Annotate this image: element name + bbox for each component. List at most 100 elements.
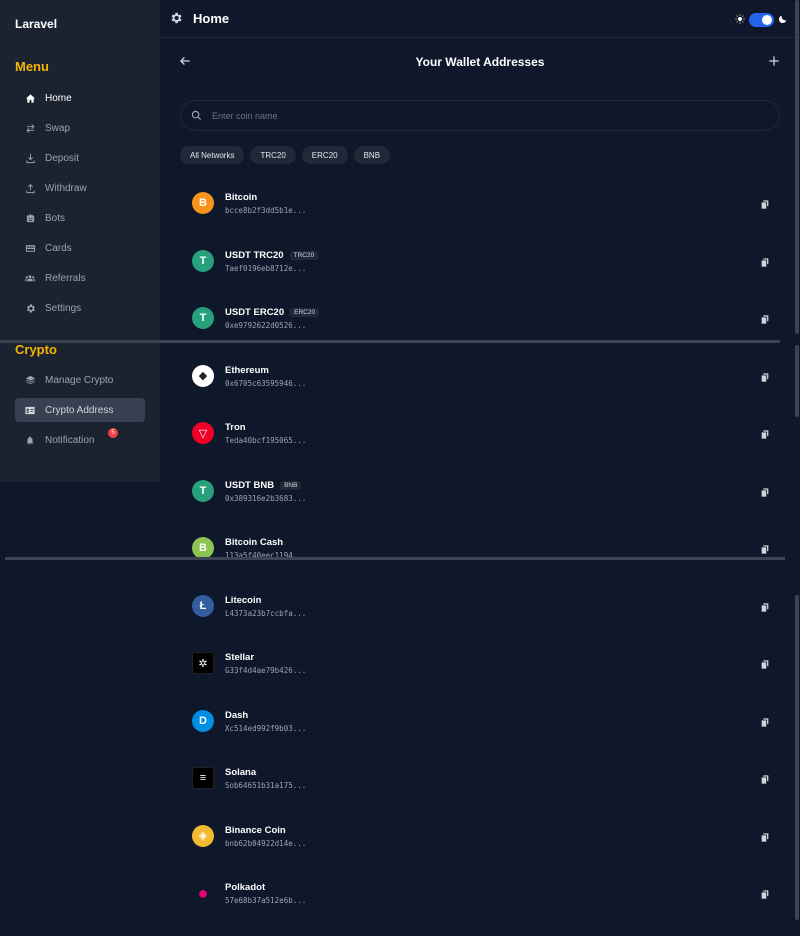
copy-icon[interactable] xyxy=(760,485,770,503)
coin-logo-icon: T xyxy=(192,249,214,272)
sidebar: Laravel Menu Home Swap Deposit Withdraw … xyxy=(0,0,160,482)
sidebar-item-home[interactable]: Home xyxy=(15,86,145,110)
coin-name-text: Bitcoin Cash xyxy=(225,537,284,548)
sidebar-item-swap[interactable]: Swap xyxy=(15,116,145,140)
coin-name: Bitcoin Cash xyxy=(225,537,283,548)
coin-logo-icon: B xyxy=(192,537,214,559)
copy-icon[interactable] xyxy=(760,830,770,848)
coin-name-text: Bitcoin xyxy=(225,192,258,203)
sidebar-item-referrals[interactable]: Referrals xyxy=(15,266,145,290)
copy-icon[interactable] xyxy=(760,427,770,445)
wallet-row[interactable]: D Dash Xc514ed992f9b03... xyxy=(180,693,780,751)
coin-logo-icon: T xyxy=(192,307,214,329)
wallet-row[interactable]: ≡ Solana Sob64651b31a175... xyxy=(180,750,780,808)
sidebar-item-label: Home xyxy=(45,92,72,104)
filter-bnb[interactable]: BNB xyxy=(353,146,391,164)
wallet-row[interactable]: ● Polkadot 57e68b37a512e6b... xyxy=(180,865,780,923)
coin-name-text: Dash xyxy=(225,709,249,721)
bell-icon xyxy=(15,435,45,446)
wallet-row[interactable]: ◆ Ethereum 0x6705c63595946... xyxy=(180,348,780,406)
id-card-icon xyxy=(15,405,45,416)
add-address-button[interactable] xyxy=(767,54,781,73)
copy-icon[interactable] xyxy=(760,715,770,733)
wallet-row[interactable]: Ł Litecoin L4373a23b7ccbfa... xyxy=(180,578,780,636)
copy-icon[interactable] xyxy=(760,197,770,215)
swap-icon xyxy=(15,123,45,134)
network-filters: All Networks TRC20 ERC20 BNB xyxy=(180,146,391,164)
wallet-row[interactable]: ✲ Stellar G33f4d4ae79b426... xyxy=(180,635,780,693)
sidebar-item-label: Referrals xyxy=(45,272,86,284)
wallet-row[interactable]: T USDT ERC20 ERC20 0xe9792622d0526... xyxy=(180,290,780,348)
sidebar-item-deposit[interactable]: Deposit xyxy=(15,146,145,170)
sidebar-item-crypto-address[interactable]: Crypto Address xyxy=(15,398,145,422)
copy-icon[interactable] xyxy=(760,370,770,388)
sidebar-item-settings[interactable]: Settings xyxy=(15,296,145,320)
search-icon xyxy=(191,110,202,121)
coin-name: Litecoin xyxy=(225,595,261,606)
coin-name-text: Ethereum xyxy=(225,364,269,376)
coin-name: Solana xyxy=(225,767,256,778)
gear-icon[interactable] xyxy=(169,11,183,30)
sidebar-item-cards[interactable]: Cards xyxy=(15,236,145,260)
coin-name: USDT TRC20 TRC20 xyxy=(225,249,319,261)
top-bar: Home xyxy=(160,0,800,38)
coin-logo-icon: B xyxy=(192,192,214,214)
wallet-row[interactable]: B Bitcoin bcce8b2f3dd5b1e... xyxy=(180,175,780,233)
wallet-address: Taef0196eb8712e... xyxy=(225,263,307,273)
sidebar-item-manage-crypto[interactable]: Manage Crypto xyxy=(15,368,145,392)
sidebar-item-bots[interactable]: Bots xyxy=(15,206,145,230)
wallet-address: Xc514ed992f9b03... xyxy=(225,723,307,733)
notification-badge: 5 xyxy=(108,428,118,438)
users-icon xyxy=(15,273,45,284)
copy-icon[interactable] xyxy=(760,312,770,330)
copy-icon[interactable] xyxy=(760,772,770,790)
gear-icon xyxy=(15,303,45,314)
sidebar-item-label: Swap xyxy=(45,122,71,134)
home-icon xyxy=(15,93,45,104)
wallet-address: 57e68b37a512e6b... xyxy=(225,896,307,905)
coin-name: Polkadot xyxy=(225,882,265,893)
wallet-address: bnb62b04922d14e... xyxy=(225,838,307,848)
scrollbar-thumb[interactable] xyxy=(795,0,799,334)
sidebar-item-notification[interactable]: Notification 5 xyxy=(15,428,145,452)
coin-logo-icon: D xyxy=(192,709,214,732)
scrollbar-thumb[interactable] xyxy=(795,595,799,920)
sidebar-item-label: Bots xyxy=(45,212,66,224)
wallet-address: 0xe9792622d0526... xyxy=(225,321,307,330)
wallet-address: bcce8b2f3dd5b1e... xyxy=(225,206,307,215)
wallet-row[interactable]: ▽ Tron Teda40bcf195065... xyxy=(180,405,780,463)
search-input[interactable] xyxy=(212,110,779,121)
coin-name: Ethereum xyxy=(225,365,269,376)
withdraw-icon xyxy=(15,183,45,194)
sidebar-item-withdraw[interactable]: Withdraw xyxy=(15,176,145,200)
wallet-row[interactable]: T USDT BNB BNB 0x389316e2b3683... xyxy=(180,463,780,521)
copy-icon[interactable] xyxy=(760,255,770,273)
divider xyxy=(5,557,785,560)
scrollbar-thumb[interactable] xyxy=(795,345,799,417)
network-tag: ERC20 xyxy=(290,308,320,317)
coin-name-text: USDT ERC20 xyxy=(225,307,285,318)
filter-erc20[interactable]: ERC20 xyxy=(301,146,348,164)
copy-icon[interactable] xyxy=(760,887,770,905)
coin-logo-icon: ✲ xyxy=(192,652,214,674)
brand-logo: Laravel xyxy=(15,17,58,31)
wallet-address: 0x389316e2b3683... xyxy=(225,493,307,503)
wallet-row[interactable]: T USDT TRC20 TRC20 Taef0196eb8712e... xyxy=(180,233,780,291)
wallet-address: 0x6705c63595946... xyxy=(225,378,307,388)
bot-icon xyxy=(15,213,45,224)
layers-icon xyxy=(15,375,45,386)
coin-name-text: USDT BNB xyxy=(225,479,275,491)
theme-toggle-switch[interactable] xyxy=(749,13,774,27)
coin-name-text: USDT TRC20 xyxy=(225,249,284,261)
copy-icon[interactable] xyxy=(760,657,770,675)
filter-trc20[interactable]: TRC20 xyxy=(250,146,296,164)
sidebar-item-label: Crypto Address xyxy=(45,404,114,416)
sidebar-item-label: Settings xyxy=(45,302,82,314)
sidebar-item-label: Withdraw xyxy=(45,182,87,194)
coin-name: Tron xyxy=(225,422,246,433)
filter-all-networks[interactable]: All Networks xyxy=(180,146,245,164)
wallet-row[interactable]: ◈ Binance Coin bnb62b04922d14e... xyxy=(180,808,780,866)
wallet-row[interactable]: B Bitcoin Cash 113a5f40eec1194... xyxy=(180,520,780,578)
coin-logo-icon: ≡ xyxy=(192,767,214,789)
copy-icon[interactable] xyxy=(760,600,770,618)
